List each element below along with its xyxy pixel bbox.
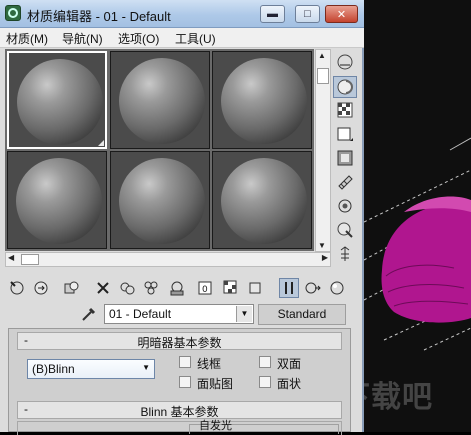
slots-horizontal-scrollbar[interactable]: ◀ ▶ (5, 252, 331, 267)
close-button[interactable]: ✕ (325, 5, 358, 23)
faceted-label: 面状 (277, 375, 301, 392)
material-editor-window: 材质编辑器 - 01 - Default ▬ □ ✕ 材质(M) 导航(N) 选… (0, 0, 364, 432)
put-to-library-icon[interactable] (167, 278, 187, 298)
sample-type-icon[interactable] (333, 51, 357, 73)
window-title: 材质编辑器 - 01 - Default (27, 6, 171, 25)
maximize-button[interactable]: □ (295, 5, 320, 23)
options-icon[interactable] (333, 195, 357, 217)
sample-slot-4[interactable] (7, 151, 107, 249)
menu-material[interactable]: 材质(M) (6, 30, 48, 47)
scroll-down-arrow-icon[interactable]: ▼ (318, 241, 326, 250)
menu-navigation[interactable]: 导航(N) (62, 30, 103, 47)
viewport-scene (364, 0, 471, 432)
scroll-right-arrow-icon[interactable]: ▶ (322, 253, 328, 262)
menu-options[interactable]: 选项(O) (118, 30, 159, 47)
sample-slot-6[interactable] (212, 151, 312, 249)
rollout-title: 明暗器基本参数 (18, 334, 341, 351)
copy-material-icon[interactable] (117, 278, 137, 298)
menu-utilities[interactable]: 工具(U) (175, 30, 216, 47)
minimize-button[interactable]: ▬ (260, 5, 285, 23)
material-name-row: 01 - Default ▼ Standard (0, 302, 364, 326)
backlight-icon[interactable] (333, 76, 357, 98)
shader-value: (B)Blinn (32, 362, 75, 376)
get-material-icon[interactable] (7, 278, 27, 298)
material-type-button[interactable]: Standard (258, 304, 346, 325)
chevron-down-icon: ▼ (142, 363, 150, 372)
sample-sphere (221, 58, 307, 144)
chevron-down-icon[interactable]: ▼ (236, 306, 252, 322)
rollout-title: Blinn 基本参数 (18, 403, 341, 420)
make-unique-icon[interactable] (141, 278, 161, 298)
assign-to-selection-icon[interactable] (61, 278, 81, 298)
viewport-perspective[interactable] (364, 0, 471, 432)
material-name-field[interactable]: 01 - Default ▼ (104, 304, 254, 324)
teapot-mesh (382, 204, 471, 323)
sample-sphere (16, 158, 102, 244)
material-id-channel-icon[interactable]: 0 (195, 278, 215, 298)
sample-sphere (221, 158, 307, 244)
material-toolbar: 0 (5, 276, 359, 300)
show-map-in-viewport-icon[interactable] (221, 278, 241, 298)
go-to-parent-icon[interactable] (279, 278, 299, 298)
material-navigator-icon[interactable] (333, 243, 357, 265)
sample-slot-5[interactable] (110, 151, 210, 249)
app-icon[interactable] (5, 5, 21, 21)
material-name-value: 01 - Default (109, 307, 171, 321)
blinn-basic-params-rollout-header[interactable]: - Blinn 基本参数 (17, 401, 342, 419)
shader-basic-params-rollout-header[interactable]: - 明暗器基本参数 (17, 332, 342, 350)
select-by-material-icon[interactable] (333, 219, 357, 241)
wire-label: 线框 (197, 355, 221, 372)
sample-sphere (119, 58, 205, 144)
parameters-rollout-area: - 明暗器基本参数 (B)Blinn ▼ 线框 双面 面贴图 面状 - Blin… (8, 328, 351, 432)
sample-slot-2[interactable] (110, 51, 210, 149)
sample-sphere (119, 158, 205, 244)
svg-text:0: 0 (202, 285, 208, 295)
scroll-up-arrow-icon[interactable]: ▲ (318, 51, 326, 60)
shader-dropdown[interactable]: (B)Blinn ▼ (27, 359, 155, 379)
sample-sphere (17, 59, 103, 145)
put-to-scene-icon[interactable] (31, 278, 51, 298)
face-map-checkbox[interactable] (179, 376, 191, 388)
faceted-checkbox[interactable] (259, 376, 271, 388)
hot-material-corner-icon (98, 140, 104, 146)
face-map-label: 面贴图 (197, 375, 233, 392)
sample-slot-3[interactable] (212, 51, 312, 149)
wire-checkbox[interactable] (179, 356, 191, 368)
two-sided-label: 双面 (277, 355, 301, 372)
uv-tiling-icon[interactable] (333, 123, 357, 145)
reset-map-icon[interactable] (93, 278, 113, 298)
make-preview-icon[interactable] (333, 171, 357, 193)
self-illumination-label: 自发光 (199, 417, 232, 433)
show-end-result-icon[interactable] (245, 278, 265, 298)
two-sided-checkbox[interactable] (259, 356, 271, 368)
go-forward-to-sibling-icon[interactable] (303, 278, 323, 298)
material-effects-icon[interactable] (327, 278, 347, 298)
video-color-check-icon[interactable] (333, 147, 357, 169)
sample-slots-panel (5, 49, 314, 251)
slots-vertical-scrollbar[interactable]: ▲ ▼ (315, 49, 331, 252)
side-toolbar (333, 49, 359, 269)
title-bar[interactable]: 材质编辑器 - 01 - Default ▬ □ ✕ (0, 0, 364, 28)
scroll-left-arrow-icon[interactable]: ◀ (8, 253, 14, 262)
scrollbar-thumb[interactable] (317, 68, 329, 84)
background-icon[interactable] (333, 99, 357, 121)
menu-bar: 材质(M) 导航(N) 选项(O) 工具(U) (0, 28, 364, 48)
eyedropper-icon[interactable] (80, 305, 98, 323)
sample-slot-1[interactable] (7, 51, 107, 149)
scrollbar-thumb[interactable] (21, 254, 39, 265)
